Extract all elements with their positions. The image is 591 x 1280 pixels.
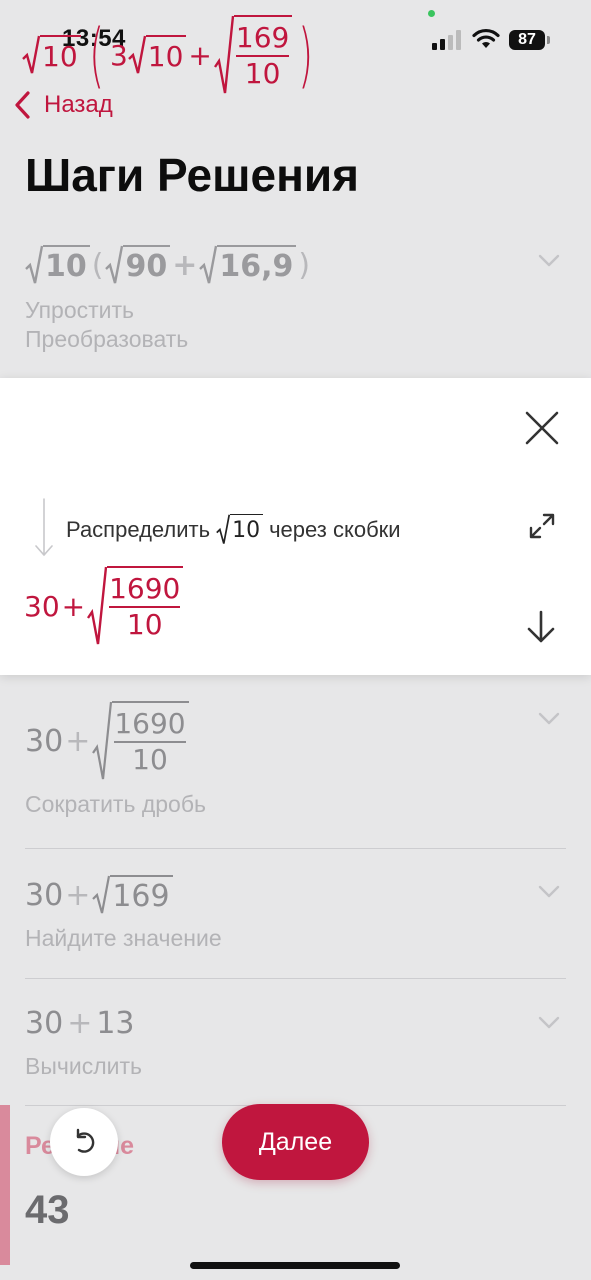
sqrt: 90 [105,245,171,285]
wifi-icon [472,28,500,48]
chevron-down-icon[interactable] [538,712,560,726]
step-expression: 10 ( 90 + 16,9 ) [25,244,566,286]
sqrt: 10 [127,35,187,75]
undo-icon [76,1128,95,1153]
sqrt: 169 [92,875,173,915]
privacy-indicator-dot [428,10,435,17]
home-indicator [190,1262,400,1269]
step-instruction: Распределить 10 через скобки [66,514,401,545]
close-icon[interactable] [523,409,561,447]
chevron-down-icon[interactable] [538,254,560,268]
step-description: Упростить [25,297,135,323]
sqrt: 10 [22,35,81,75]
cellular-signal-icon [432,30,461,50]
step-item[interactable]: 30 + 1690 10 Сократить дробь [25,698,566,819]
sqrt: 10 [216,514,264,545]
undo-button[interactable] [50,1108,118,1176]
chevron-down-icon[interactable] [538,885,560,899]
step-item[interactable]: 30 + 13 Вычислить [25,1004,566,1081]
solution-value: 43 [25,1188,70,1232]
sqrt: 169 10 [213,15,293,95]
page-title: Шаги Решения [25,149,359,201]
card-to-expression: 30 + 1690 10 [24,566,184,646]
step-item[interactable]: 10 ( 90 + 16,9 ) Упростить Преобразовать [25,244,566,354]
step-expression: 30 + 13 [25,1005,135,1041]
divider [25,978,566,979]
expand-icon[interactable] [528,512,556,540]
next-button[interactable]: Далее [222,1104,369,1180]
solution-accent-bar [0,1105,10,1265]
step-arrow-icon [35,498,53,557]
sqrt: 1690 10 [92,701,189,781]
fraction: 1690 10 [109,572,181,641]
step-description: Преобразовать [25,326,189,352]
fraction: 1690 10 [114,707,186,776]
step-expression: 30 + 1690 10 [25,698,566,784]
divider [25,848,566,849]
chevron-down-icon[interactable] [538,1016,560,1030]
sqrt: 10 [25,245,90,285]
sqrt: 16,9 [199,245,297,285]
battery-icon: 87 [509,30,551,50]
sqrt: 1690 10 [87,566,184,646]
card-from-expression: 10 ( 3 10 + 169 10 ) [22,15,320,94]
step-description: Найдите значение [25,925,222,951]
step-description: Вычислить [25,1053,142,1079]
step-description: Сократить дробь [25,791,206,817]
step-expression: 30 + 169 [25,874,566,916]
arrow-down-icon[interactable] [526,610,556,644]
chevron-left-icon [15,91,30,119]
fraction: 169 10 [235,21,290,90]
step-item[interactable]: 30 + 169 Найдите значение [25,874,566,953]
battery-level: 87 [509,30,545,50]
